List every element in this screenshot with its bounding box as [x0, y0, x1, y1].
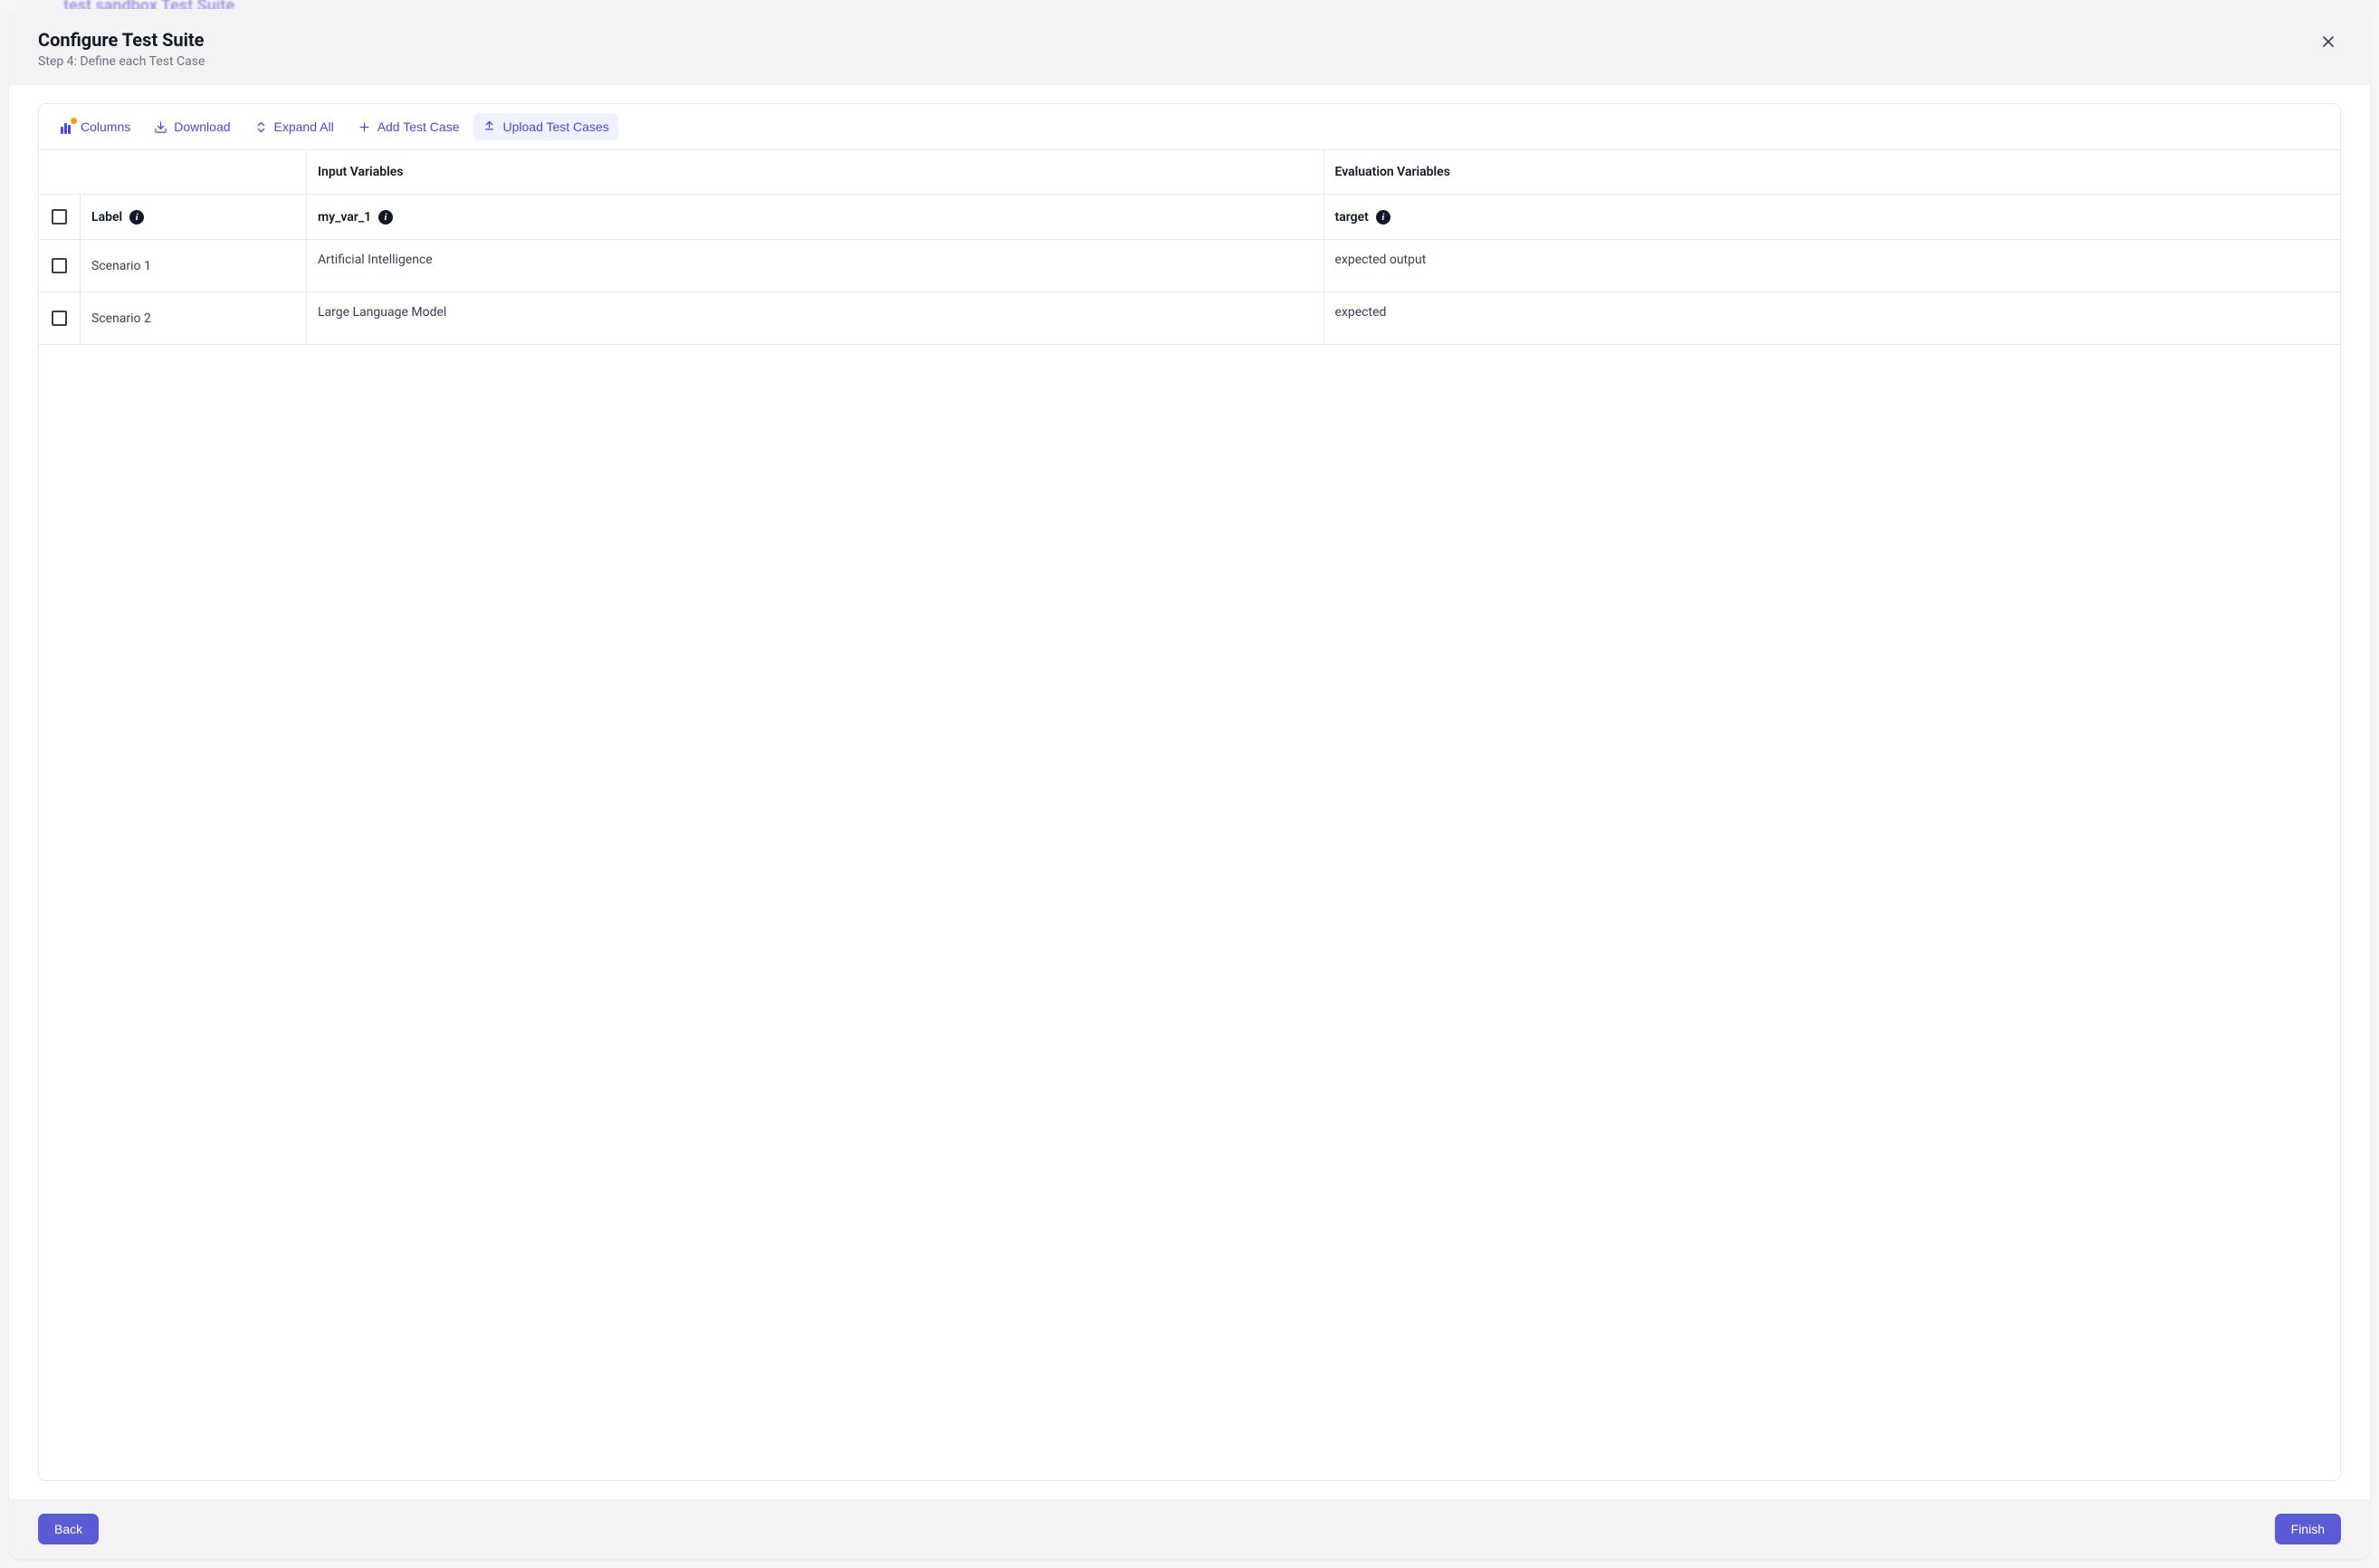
header-input-variables: Input Variables — [307, 150, 1324, 194]
columns-label: Columns — [81, 120, 130, 134]
input-col-header: my_var_1 — [318, 210, 371, 225]
info-icon[interactable]: i — [129, 210, 144, 225]
finish-button[interactable]: Finish — [2275, 1514, 2341, 1544]
upload-test-cases-label: Upload Test Cases — [502, 120, 608, 134]
download-label: Download — [174, 120, 230, 134]
row-input: Large Language Model — [318, 305, 446, 320]
modal-title: Configure Test Suite — [38, 29, 205, 51]
modal-subtitle: Step 4: Define each Test Case — [38, 54, 205, 69]
table-row[interactable]: Scenario 2 Large Language Model expected — [39, 292, 2340, 345]
expand-icon — [254, 120, 268, 134]
info-icon[interactable]: i — [378, 210, 393, 225]
header-input-col-cell: my_var_1 i — [307, 195, 1324, 239]
add-test-case-button[interactable]: Add Test Case — [349, 114, 469, 139]
header-eval-col-cell: target i — [1324, 195, 2341, 239]
input-variables-label: Input Variables — [318, 165, 403, 179]
header-evaluation-variables: Evaluation Variables — [1324, 150, 2341, 194]
close-icon — [2319, 33, 2337, 51]
back-button[interactable]: Back — [38, 1514, 99, 1544]
test-cases-table: Columns Download — [38, 103, 2341, 1481]
upload-test-cases-button[interactable]: Upload Test Cases — [473, 113, 617, 140]
row-input: Artificial Intelligence — [318, 253, 433, 267]
download-button[interactable]: Download — [145, 114, 239, 139]
add-test-case-label: Add Test Case — [377, 120, 460, 134]
select-all-checkbox[interactable] — [52, 209, 67, 225]
info-icon[interactable]: i — [1376, 210, 1390, 225]
columns-button[interactable]: Columns — [52, 114, 139, 139]
row-eval-cell[interactable]: expected — [1324, 292, 2341, 344]
row-input-cell[interactable]: Large Language Model — [307, 292, 1324, 344]
table-column-header-row: Label i my_var_1 i target i — [39, 195, 2340, 240]
row-eval: expected — [1335, 305, 1387, 320]
expand-all-label: Expand All — [274, 120, 334, 134]
modal-titles: Configure Test Suite Step 4: Define each… — [38, 29, 205, 69]
row-label: Scenario 2 — [91, 311, 151, 326]
row-label-cell[interactable]: Scenario 1 — [81, 240, 307, 292]
modal-body: Columns Download — [9, 85, 2370, 1499]
row-checkbox[interactable] — [52, 258, 67, 273]
row-label: Scenario 1 — [91, 259, 151, 273]
row-input-cell[interactable]: Artificial Intelligence — [307, 240, 1324, 292]
row-checkbox-cell — [39, 292, 81, 344]
columns-icon — [61, 120, 74, 134]
modal-header: Configure Test Suite Step 4: Define each… — [9, 9, 2370, 85]
row-label-cell[interactable]: Scenario 2 — [81, 292, 307, 344]
row-checkbox-cell — [39, 240, 81, 292]
close-button[interactable] — [2316, 29, 2341, 54]
modal-footer: Back Finish — [9, 1499, 2370, 1559]
row-eval-cell[interactable]: expected output — [1324, 240, 2341, 292]
table-group-header-row: Input Variables Evaluation Variables — [39, 150, 2340, 195]
evaluation-variables-label: Evaluation Variables — [1335, 165, 1450, 179]
table-row[interactable]: Scenario 1 Artificial Intelligence expec… — [39, 240, 2340, 292]
configure-test-suite-modal: Configure Test Suite Step 4: Define each… — [9, 9, 2370, 1559]
header-label-cell: Label i — [81, 195, 307, 239]
header-checkbox-cell — [39, 195, 81, 239]
eval-col-header: target — [1335, 210, 1369, 225]
label-header: Label — [91, 210, 122, 225]
plus-icon — [358, 120, 371, 134]
header-spacer — [39, 150, 307, 194]
row-eval: expected output — [1335, 253, 1427, 267]
upload-icon — [482, 119, 496, 135]
download-icon — [154, 120, 167, 134]
row-checkbox[interactable] — [52, 311, 67, 326]
table-toolbar: Columns Download — [39, 104, 2340, 150]
expand-all-button[interactable]: Expand All — [245, 114, 343, 139]
